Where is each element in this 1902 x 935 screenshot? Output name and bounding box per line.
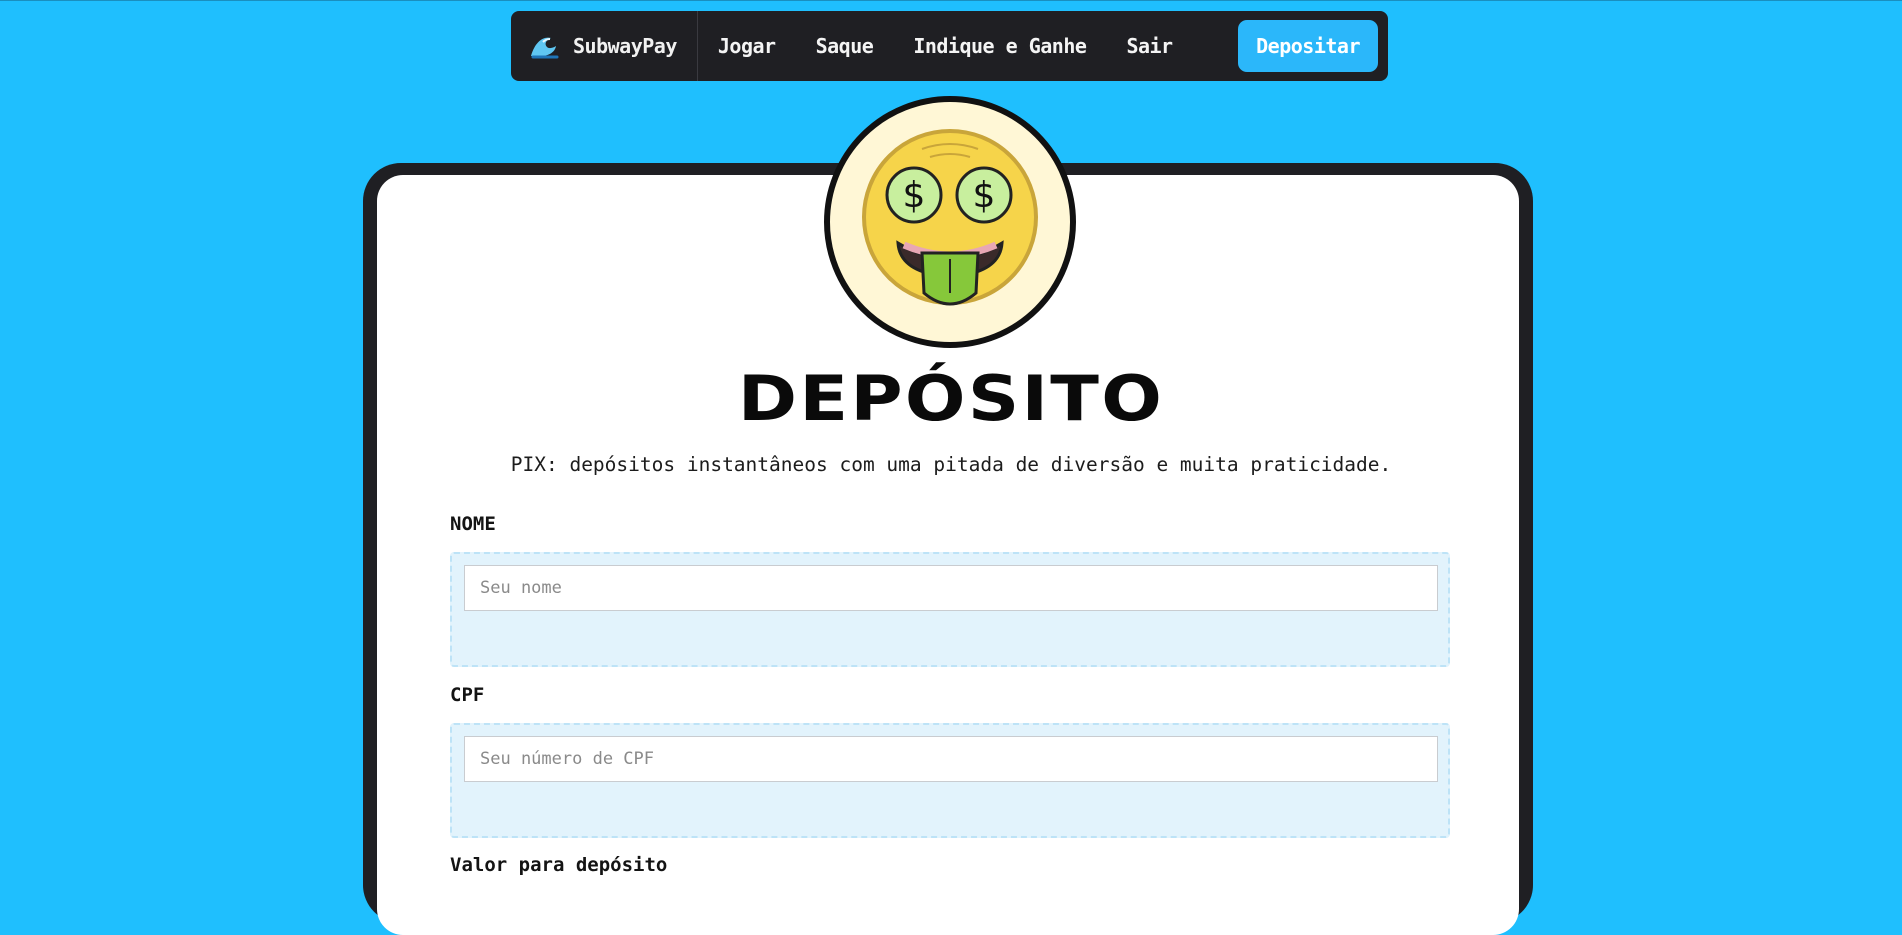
brand-label: SubwayPay bbox=[573, 34, 677, 58]
name-label: NOME bbox=[450, 513, 496, 535]
cpf-input[interactable] bbox=[464, 736, 1438, 782]
cpf-label: CPF bbox=[450, 684, 485, 706]
wave-icon bbox=[529, 31, 559, 61]
amount-label: Valor para depósito bbox=[450, 854, 668, 876]
nav-link-saque[interactable]: Saque bbox=[816, 34, 874, 58]
nav-link-jogar[interactable]: Jogar bbox=[718, 34, 776, 58]
depositar-button[interactable]: Depositar bbox=[1238, 20, 1378, 72]
brand[interactable]: SubwayPay bbox=[511, 11, 698, 81]
page-subtitle: PIX: depósitos instantâneos com uma pita… bbox=[510, 453, 1392, 476]
svg-text:$: $ bbox=[973, 175, 996, 216]
money-eyes-tongue-emoji-icon: $ $ bbox=[860, 125, 1040, 319]
name-field-container bbox=[450, 552, 1450, 667]
page-title: DEPÓSITO bbox=[737, 362, 1165, 435]
top-border bbox=[0, 0, 1902, 1]
svg-text:$: $ bbox=[903, 175, 926, 216]
nav-link-sair[interactable]: Sair bbox=[1126, 34, 1173, 58]
avatar: $ $ bbox=[824, 96, 1076, 348]
nav-link-indique-e-ganhe[interactable]: Indique e Ganhe bbox=[913, 34, 1087, 58]
name-input[interactable] bbox=[464, 565, 1438, 611]
cpf-field-container bbox=[450, 723, 1450, 838]
top-navbar: SubwayPay Jogar Saque Indique e Ganhe Sa… bbox=[511, 11, 1388, 81]
